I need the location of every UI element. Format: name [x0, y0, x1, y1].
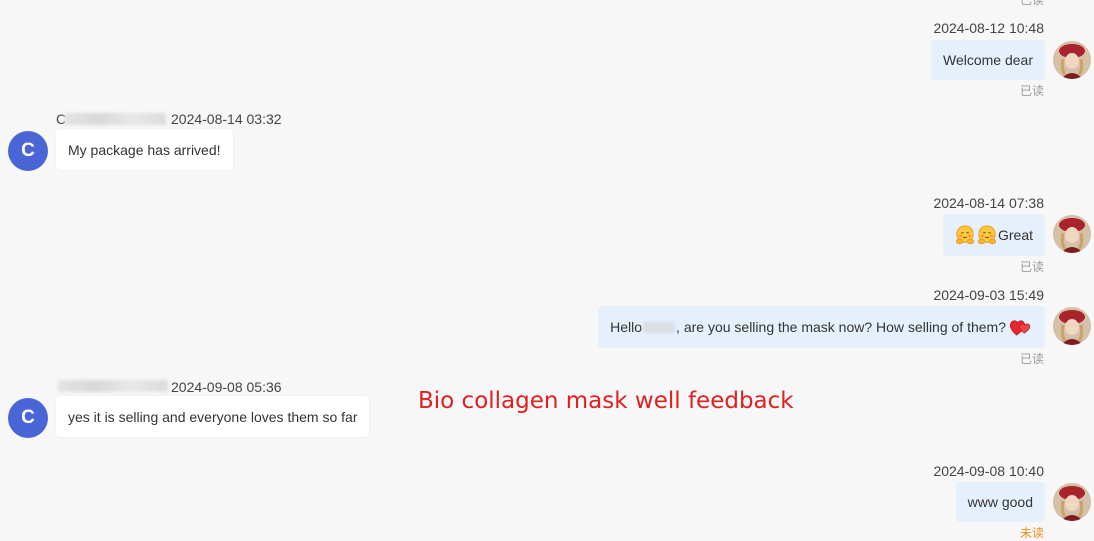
customer-avatar[interactable]: C [8, 398, 48, 438]
read-status: 已读 [1019, 352, 1044, 366]
read-status: 已读 [1019, 260, 1044, 274]
recipient-name-redacted [643, 321, 676, 333]
overlay-caption: Bio collagen mask well feedback [418, 388, 794, 414]
message-text: www good [967, 494, 1033, 510]
agent-avatar-image [1053, 307, 1091, 345]
message-timestamp: 2024-09-08 05:36 [171, 379, 282, 395]
unread-status: 未读 [1019, 526, 1044, 540]
chat-window: 已读 2024-08-12 10:48 Welcome dear 已读 C 20… [0, 0, 1094, 541]
sender-name-redacted [64, 113, 166, 125]
message-text: My package has arrived! [68, 141, 221, 158]
message-timestamp: 2024-08-14 07:38 [933, 195, 1044, 211]
message-bubble-outgoing[interactable]: Welcome dear [930, 40, 1045, 80]
hugging-face-emoji [955, 225, 975, 245]
agent-avatar-image [1053, 41, 1091, 79]
agent-avatar[interactable] [1053, 41, 1091, 79]
message-timestamp: 2024-09-03 15:49 [933, 287, 1044, 303]
agent-avatar-image [1053, 483, 1091, 521]
message-bubble-incoming[interactable]: yes it is selling and everyone loves the… [56, 396, 370, 437]
message-bubble-outgoing[interactable]: Great [942, 214, 1045, 256]
message-text-start: Hello [610, 319, 643, 335]
message-bubble-outgoing[interactable]: www good [955, 482, 1045, 522]
message-bubble-outgoing[interactable]: Hello , are you selling the mask now? Ho… [598, 306, 1045, 348]
hugging-face-emoji [977, 225, 997, 245]
read-status: 已读 [1019, 0, 1044, 7]
customer-avatar[interactable]: C [8, 131, 48, 171]
customer-avatar-letter: C [21, 407, 35, 428]
agent-avatar[interactable] [1053, 215, 1091, 253]
message-text-end: , are you selling the mask now? How sell… [676, 319, 1006, 335]
message-bubble-incoming[interactable]: My package has arrived! [56, 129, 233, 170]
read-status: 已读 [1019, 84, 1044, 98]
message-timestamp: 2024-08-14 03:32 [171, 111, 282, 127]
agent-avatar-image [1053, 215, 1091, 253]
message-text: yes it is selling and everyone loves the… [68, 408, 358, 425]
agent-avatar[interactable] [1053, 307, 1091, 345]
message-text: Welcome dear [942, 52, 1033, 68]
agent-avatar[interactable] [1053, 483, 1091, 521]
message-text: Great [997, 227, 1033, 243]
message-timestamp: 2024-09-08 10:40 [933, 463, 1044, 479]
sender-name-redacted [58, 380, 168, 392]
message-timestamp: 2024-08-12 10:48 [933, 20, 1044, 36]
customer-avatar-letter: C [21, 140, 35, 161]
two-hearts-emoji [1010, 319, 1031, 336]
